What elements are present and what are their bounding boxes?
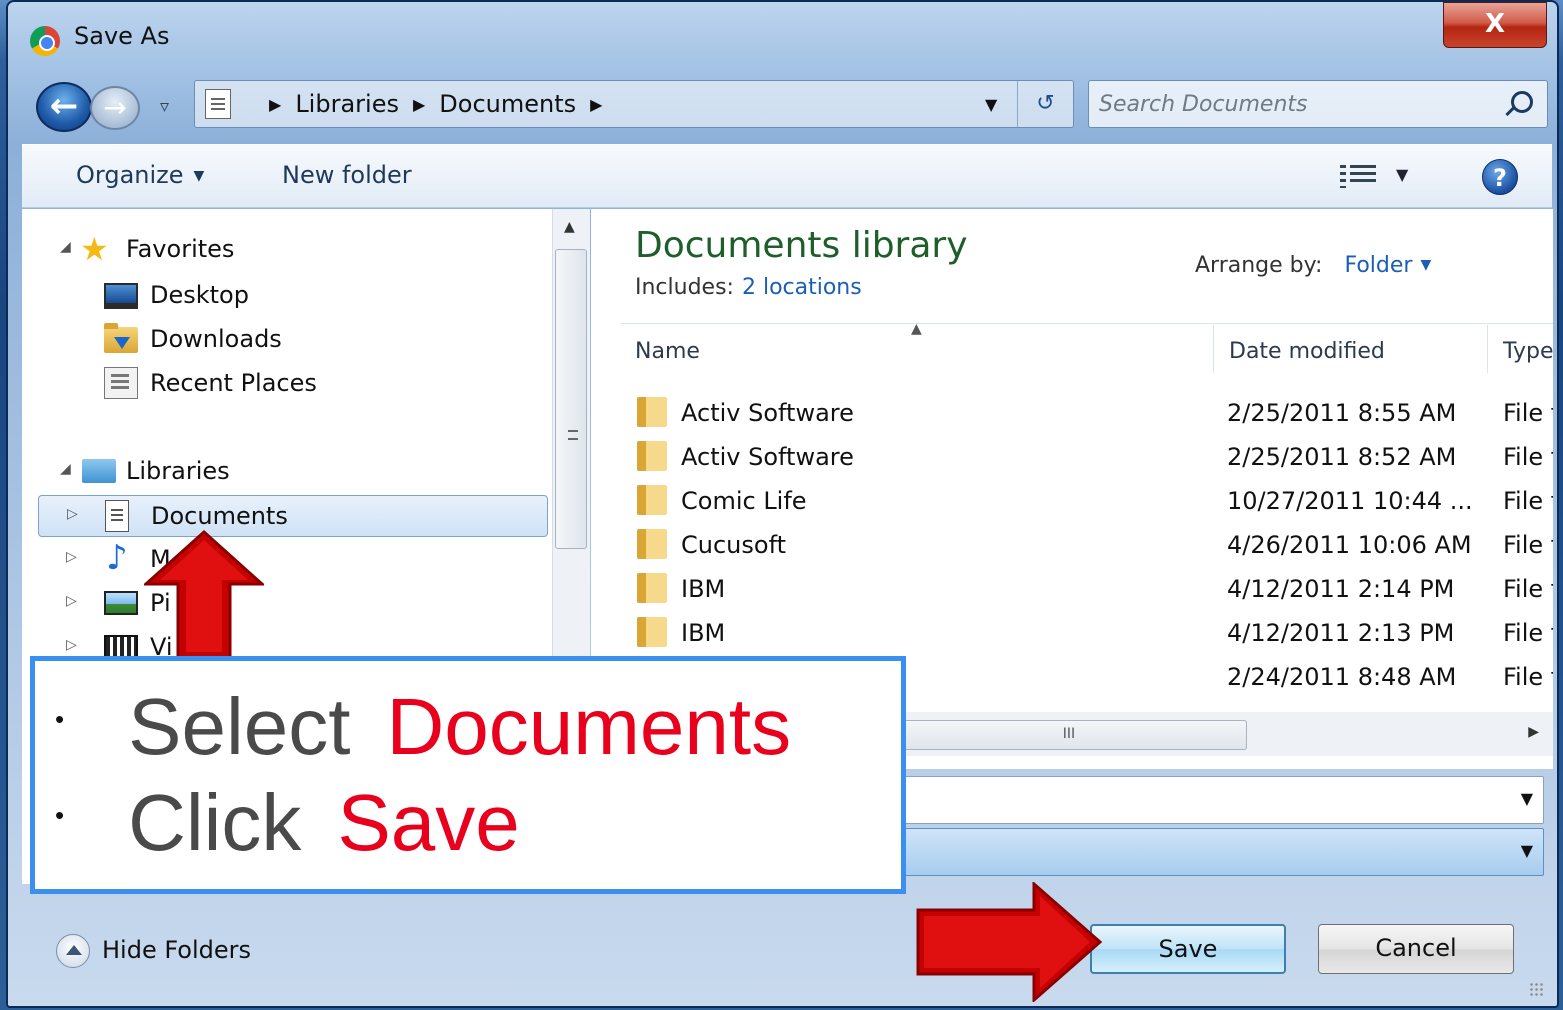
- collapse-icon[interactable]: ◢: [60, 461, 71, 477]
- tree-documents[interactable]: ▷ Documents: [38, 495, 548, 537]
- command-bar: Organize ▼ New folder ▼ ?: [22, 144, 1552, 208]
- tree-recent-places[interactable]: Recent Places: [22, 363, 552, 405]
- help-icon[interactable]: ?: [1482, 159, 1518, 195]
- pictures-icon: [104, 591, 138, 615]
- save-button[interactable]: Save: [1090, 924, 1286, 974]
- locations-link[interactable]: 2 locations: [742, 275, 862, 300]
- chevron-up-icon: [56, 934, 90, 968]
- folder-icon: [637, 397, 667, 427]
- forward-button[interactable]: →: [90, 86, 140, 130]
- libraries-icon: [82, 459, 116, 483]
- file-row[interactable]: Activ Software2/25/2011 8:52 AMFile f: [635, 435, 1553, 479]
- scrollbar-thumb[interactable]: III: [891, 720, 1247, 750]
- breadcrumb-documents[interactable]: Documents: [439, 90, 576, 118]
- library-title: Documents library: [635, 225, 968, 266]
- documents-icon: [105, 500, 129, 532]
- instruction-line-2: • Click Save: [55, 778, 520, 867]
- expand-icon[interactable]: ▷: [66, 637, 77, 653]
- divider: [621, 323, 1553, 324]
- arrange-by: Arrange by: Folder ▼: [1195, 253, 1432, 278]
- expand-icon[interactable]: ▷: [66, 549, 77, 565]
- view-options-icon[interactable]: [1340, 165, 1376, 189]
- tree-music[interactable]: ▷ ♪ M: [22, 539, 552, 581]
- chrome-app-icon: [30, 26, 60, 56]
- column-header-name[interactable]: Name: [635, 339, 700, 364]
- tree-downloads[interactable]: Downloads: [22, 319, 552, 361]
- refresh-icon[interactable]: ↺: [1017, 81, 1073, 127]
- hide-folders-button[interactable]: Hide Folders: [56, 934, 251, 968]
- organize-menu[interactable]: Organize ▼: [76, 161, 204, 189]
- new-folder-button[interactable]: New folder: [282, 161, 412, 189]
- title-bar: Save As X: [8, 2, 1557, 74]
- tree-favorites[interactable]: ◢ ★ Favorites: [22, 229, 552, 271]
- column-header-date[interactable]: Date modified: [1229, 339, 1385, 364]
- sort-ascending-icon: ▲: [911, 321, 922, 337]
- recent-pages-dropdown[interactable]: ▿: [160, 96, 169, 117]
- tree-libraries[interactable]: ◢ Libraries: [22, 451, 552, 493]
- instruction-line-1: • Select Documents: [55, 682, 792, 771]
- chevron-down-icon[interactable]: ▼: [1521, 841, 1533, 860]
- cancel-button[interactable]: Cancel: [1318, 924, 1514, 974]
- back-button[interactable]: ←: [36, 82, 92, 132]
- address-dropdown-icon[interactable]: ▼: [985, 95, 997, 114]
- tree-desktop[interactable]: Desktop: [22, 275, 552, 317]
- chevron-down-icon: ▼: [193, 168, 205, 184]
- folder-icon: [637, 485, 667, 515]
- folder-icon: [637, 617, 667, 647]
- scroll-up-icon[interactable]: ▲: [564, 219, 575, 235]
- scrollbar-thumb[interactable]: [555, 249, 587, 549]
- chevron-down-icon[interactable]: ▼: [1420, 257, 1431, 273]
- column-header-type[interactable]: Type: [1503, 339, 1553, 364]
- downloads-folder-icon: [104, 323, 138, 353]
- address-bar[interactable]: ▶ Libraries ▶ Documents ▶ ▼ ↺: [194, 80, 1074, 128]
- folder-icon: [637, 441, 667, 471]
- tree-pictures[interactable]: ▷ Pi: [22, 583, 552, 625]
- view-dropdown-icon[interactable]: ▼: [1396, 165, 1408, 184]
- file-row[interactable]: Cucusoft4/26/2011 10:06 AMFile f: [635, 523, 1553, 567]
- recent-places-icon: [104, 367, 138, 399]
- file-row[interactable]: Comic Life10/27/2011 10:44 ...File f: [635, 479, 1553, 523]
- resize-grip[interactable]: [1529, 982, 1543, 996]
- expand-icon[interactable]: ▷: [66, 593, 77, 609]
- search-icon[interactable]: [1511, 91, 1533, 113]
- file-row[interactable]: IBM4/12/2011 2:14 PMFile f: [635, 567, 1553, 611]
- star-icon: ★: [80, 230, 109, 268]
- instruction-callout: • Select Documents • Click Save: [30, 656, 906, 894]
- column-divider[interactable]: [1213, 325, 1214, 373]
- library-includes: Includes: 2 locations: [635, 275, 862, 300]
- collapse-icon[interactable]: ◢: [60, 239, 71, 255]
- file-row[interactable]: IBM4/12/2011 2:13 PMFile f: [635, 611, 1553, 655]
- breadcrumb: ▶ Libraries ▶ Documents ▶: [269, 90, 603, 118]
- document-library-icon: [205, 89, 231, 119]
- chevron-down-icon[interactable]: ▼: [1521, 789, 1533, 808]
- search-input[interactable]: [1099, 89, 1489, 119]
- expand-icon[interactable]: ▷: [67, 506, 78, 522]
- folder-icon: [637, 529, 667, 559]
- file-row[interactable]: Activ Software2/25/2011 8:55 AMFile f: [635, 391, 1553, 435]
- folder-icon: [637, 573, 667, 603]
- annotation-arrow-right: [916, 882, 1103, 1002]
- arrange-by-dropdown[interactable]: Folder: [1344, 253, 1412, 278]
- close-button[interactable]: X: [1443, 2, 1547, 48]
- column-divider[interactable]: [1487, 325, 1488, 373]
- window-title: Save As: [74, 22, 170, 50]
- music-icon: ♪: [106, 538, 128, 578]
- search-box[interactable]: [1088, 80, 1548, 128]
- scroll-right-icon[interactable]: ▶: [1528, 724, 1539, 740]
- breadcrumb-libraries[interactable]: Libraries: [295, 90, 399, 118]
- desktop-icon: [104, 283, 138, 309]
- annotation-arrow-up: [144, 529, 264, 658]
